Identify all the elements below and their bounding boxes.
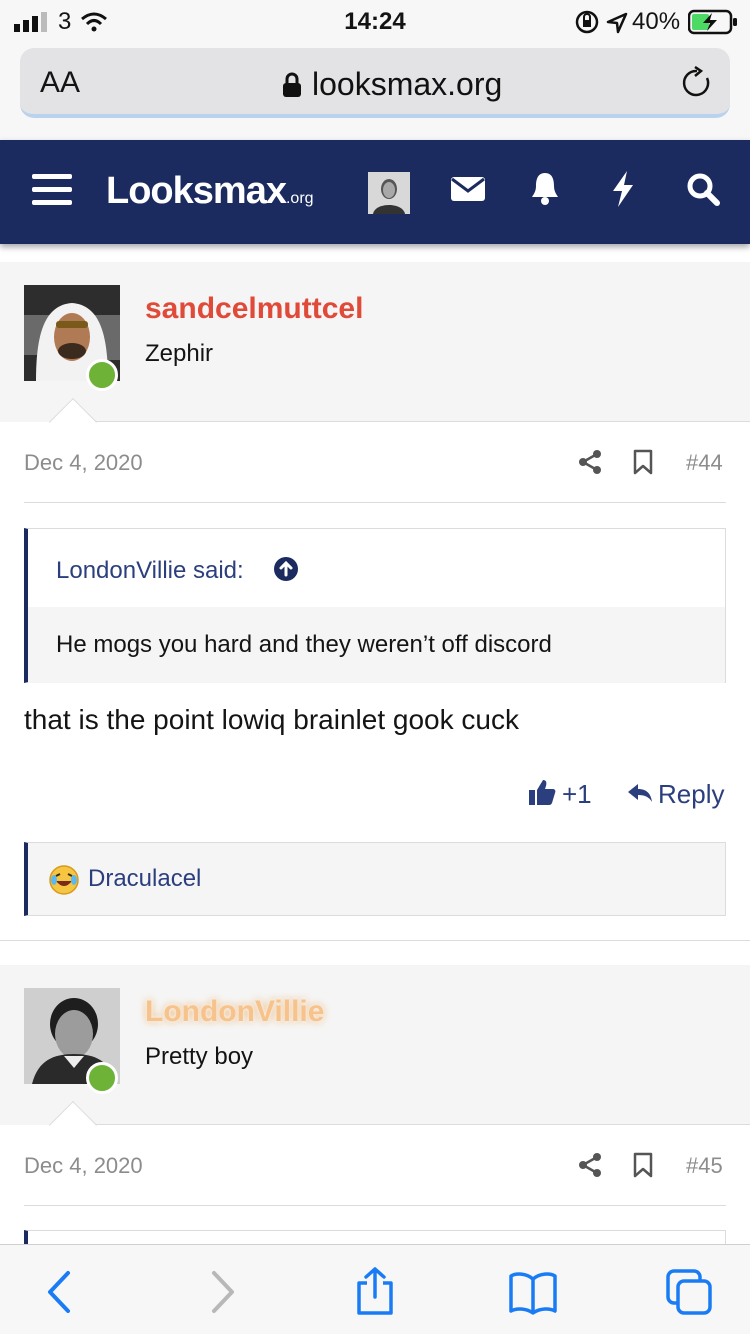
reaction-user[interactable]: Draculacel xyxy=(88,865,201,893)
bolt-icon[interactable] xyxy=(610,170,654,214)
post-body: that is the point lowiq brainlet gook cu… xyxy=(24,704,519,735)
menu-icon[interactable] xyxy=(32,170,76,214)
text-size-button[interactable]: AA xyxy=(40,66,80,100)
post-date[interactable]: Dec 4, 2020 xyxy=(24,450,143,476)
divider xyxy=(0,940,750,941)
post-date[interactable]: Dec 4, 2020 xyxy=(24,1153,143,1179)
reload-icon[interactable] xyxy=(680,66,714,100)
logo-text: Looksmax xyxy=(106,170,287,212)
quote-text: He mogs you hard and they weren’t off di… xyxy=(56,631,552,658)
online-status-icon xyxy=(86,1062,118,1094)
post-number[interactable]: #44 xyxy=(686,450,723,476)
envelope-icon[interactable] xyxy=(450,174,494,218)
online-status-icon xyxy=(86,359,118,391)
battery-icon xyxy=(688,9,737,35)
search-icon[interactable] xyxy=(686,172,730,216)
forward-icon[interactable] xyxy=(196,1267,246,1317)
divider xyxy=(95,1124,750,1125)
share-icon[interactable] xyxy=(577,449,603,475)
reply-icon[interactable] xyxy=(626,782,654,804)
browser-address-area: AA looksmax.org xyxy=(0,40,750,140)
divider xyxy=(24,1205,726,1206)
logo-suffix: .org xyxy=(285,190,314,207)
back-icon[interactable] xyxy=(36,1267,86,1317)
divider xyxy=(95,421,750,422)
jump-to-quote-icon[interactable] xyxy=(273,556,299,582)
user-avatar[interactable] xyxy=(368,172,410,214)
post-user-block: LondonVillie Pretty boy xyxy=(0,965,750,1125)
like-count[interactable]: +1 xyxy=(562,779,592,810)
location-icon xyxy=(606,12,628,34)
battery-percent: 40% xyxy=(632,8,681,35)
lock-icon xyxy=(283,72,301,97)
tabs-icon[interactable] xyxy=(664,1267,714,1317)
username[interactable]: LondonVillie xyxy=(145,995,324,1029)
reaction-bar: Draculacel xyxy=(24,842,726,916)
laughing-emoji-icon xyxy=(49,865,79,895)
bookmark-icon[interactable] xyxy=(632,1152,654,1178)
username[interactable]: sandcelmuttcel xyxy=(145,292,363,326)
like-icon[interactable] xyxy=(528,778,556,806)
quote-body: He mogs you hard and they weren’t off di… xyxy=(28,607,725,683)
rotation-lock-icon xyxy=(575,10,599,34)
divider xyxy=(24,502,726,503)
post-number[interactable]: #45 xyxy=(686,1153,723,1179)
user-title: Pretty boy xyxy=(145,1043,254,1070)
share-icon[interactable] xyxy=(350,1267,400,1317)
post-user-block: sandcelmuttcel Zephir xyxy=(0,262,750,422)
user-title: Zephir xyxy=(145,340,214,367)
quote-block: LondonVillie said: He mogs you hard and … xyxy=(24,528,726,683)
bookmark-icon[interactable] xyxy=(632,449,654,475)
quote-author[interactable]: LondonVillie said: xyxy=(56,557,244,585)
reply-button[interactable]: Reply xyxy=(658,779,724,810)
url-text[interactable]: looksmax.org xyxy=(312,66,502,103)
browser-toolbar xyxy=(0,1244,750,1334)
address-bar[interactable]: AA looksmax.org xyxy=(20,48,730,118)
bell-icon[interactable] xyxy=(530,170,574,214)
site-logo[interactable]: Looksmax.org xyxy=(106,170,314,213)
share-icon[interactable] xyxy=(577,1152,603,1178)
bookmarks-icon[interactable] xyxy=(508,1267,558,1317)
status-bar: 3 14:24 40% xyxy=(0,0,750,40)
